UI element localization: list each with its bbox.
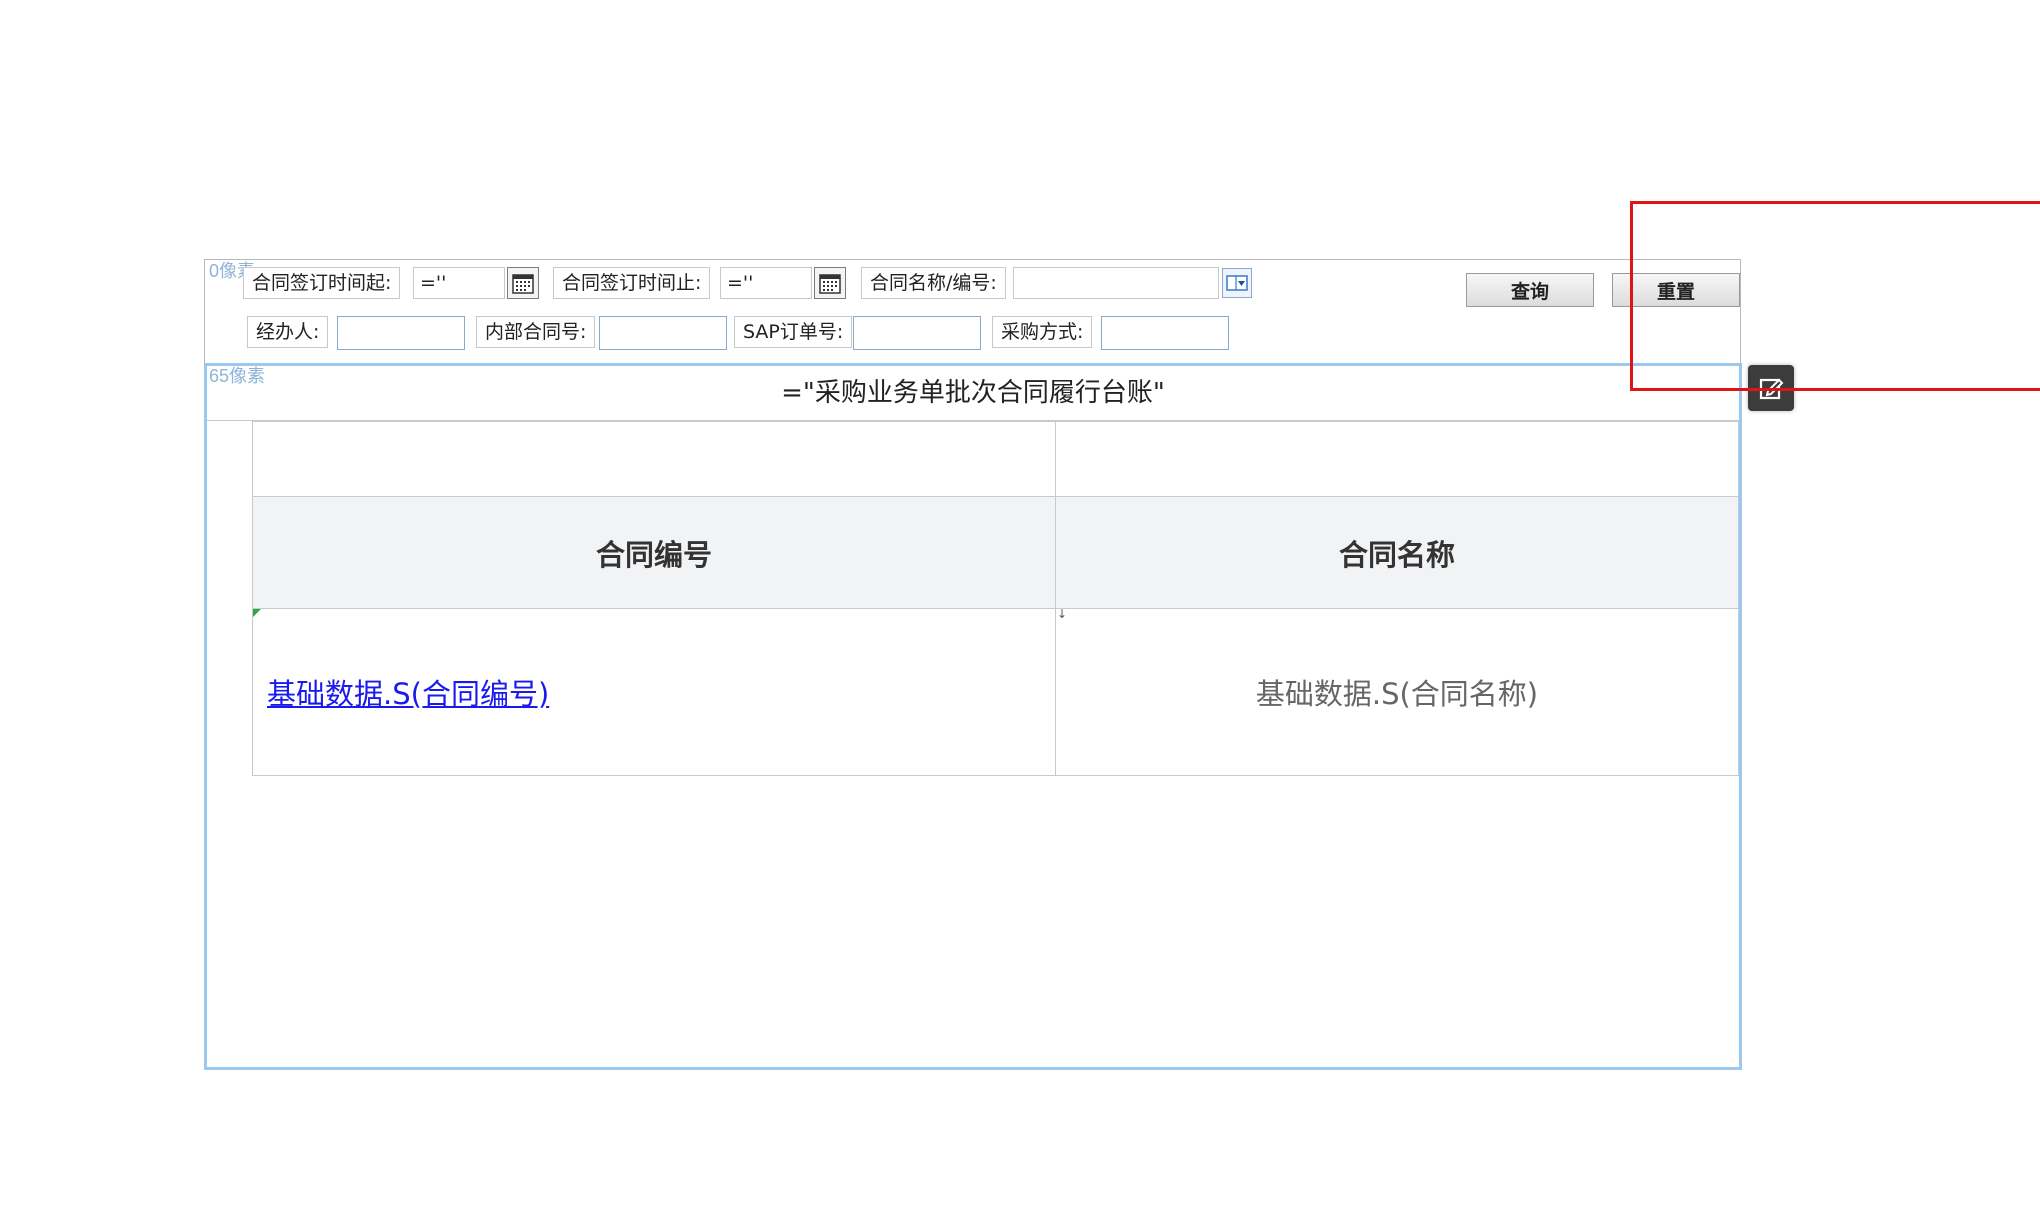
date-end-input[interactable]: ='' <box>720 267 812 299</box>
handler-input[interactable] <box>337 316 465 350</box>
sap-order-no-input[interactable] <box>853 316 981 350</box>
contract-name-label: 合同名称/编号: <box>861 267 1006 299</box>
handler-label: 经办人: <box>247 316 329 348</box>
calendar-icon[interactable] <box>507 267 539 299</box>
expand-down-icon: ↓ <box>1057 607 1068 621</box>
column-header-contract-name[interactable]: 合同名称 <box>1055 496 1739 609</box>
report-title[interactable]: ="采购业务单批次合同履行台账" <box>207 370 1739 416</box>
dropdown-icon[interactable] <box>1222 268 1252 298</box>
sap-order-no-label: SAP订单号: <box>734 316 853 348</box>
contract-no-link[interactable]: 基础数据.S(合同编号) <box>267 671 549 713</box>
purchase-method-input[interactable] <box>1101 316 1229 350</box>
purchase-method-label: 采购方式: <box>992 316 1093 348</box>
calendar-icon[interactable] <box>814 267 846 299</box>
table-cell-contract-name[interactable]: 基础数据.S(合同名称) <box>1055 608 1739 776</box>
contract-name-input[interactable] <box>1013 267 1219 299</box>
column-header-contract-no[interactable]: 合同编号 <box>252 496 1056 609</box>
date-end-label: 合同签订时间止: <box>553 267 711 299</box>
query-button[interactable]: 查询 <box>1466 273 1594 307</box>
internal-contract-no-input[interactable] <box>599 316 727 350</box>
table-empty-cell[interactable] <box>1055 421 1739 497</box>
date-start-input[interactable]: ='' <box>413 267 505 299</box>
internal-contract-no-label: 内部合同号: <box>476 316 596 348</box>
cell-marker-icon <box>253 609 261 617</box>
table-cell-contract-no[interactable]: 基础数据.S(合同编号) <box>252 608 1056 776</box>
highlight-box <box>1630 201 2040 391</box>
table-empty-cell[interactable] <box>252 421 1056 497</box>
date-start-label: 合同签订时间起: <box>243 267 401 299</box>
